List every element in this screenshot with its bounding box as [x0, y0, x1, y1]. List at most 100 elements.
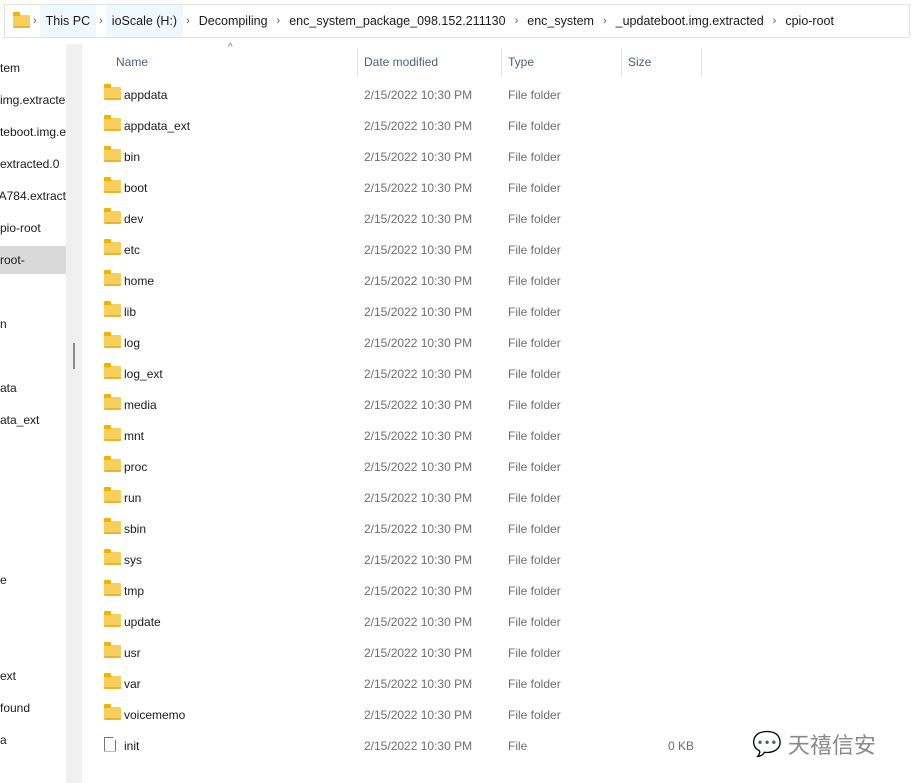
- file-type: File folder: [508, 366, 561, 381]
- file-row[interactable]: home 2/15/2022 10:30 PM File folder: [96, 265, 716, 296]
- nav-item[interactable]: ata_ext: [0, 406, 66, 434]
- nav-item[interactable]: [0, 438, 66, 466]
- folder-icon: [104, 548, 121, 568]
- file-type: File folder: [508, 273, 561, 288]
- nav-item[interactable]: [0, 502, 66, 530]
- file-date: 2/15/2022 10:30 PM: [364, 428, 473, 443]
- breadcrumb-item[interactable]: _updateboot.img.extracted: [610, 5, 770, 37]
- nav-item[interactable]: pio-root: [0, 214, 66, 242]
- nav-item[interactable]: a: [0, 726, 66, 754]
- nav-item[interactable]: [0, 598, 66, 626]
- nav-scrollbar[interactable]: [66, 44, 82, 783]
- file-name: voicememo: [124, 707, 186, 722]
- file-type: File folder: [508, 490, 561, 505]
- file-row[interactable]: proc 2/15/2022 10:30 PM File folder: [96, 451, 716, 482]
- file-row[interactable]: sys 2/15/2022 10:30 PM File folder: [96, 544, 716, 575]
- nav-item[interactable]: -root: [0, 246, 66, 274]
- file-date: 2/15/2022 10:30 PM: [364, 304, 473, 319]
- file-type: File folder: [508, 552, 561, 567]
- file-row[interactable]: tmp 2/15/2022 10:30 PM File folder: [96, 575, 716, 606]
- file-type: File folder: [508, 211, 561, 226]
- nav-item[interactable]: e: [0, 566, 66, 594]
- file-row[interactable]: log_ext 2/15/2022 10:30 PM File folder: [96, 358, 716, 389]
- file-name: sbin: [124, 521, 147, 536]
- nav-item[interactable]: [0, 534, 66, 562]
- file-row[interactable]: etc 2/15/2022 10:30 PM File folder: [96, 234, 716, 265]
- file-type: File folder: [508, 707, 561, 722]
- file-name: tmp: [124, 583, 145, 598]
- breadcrumb-item[interactable]: ioScale (H:): [105, 5, 184, 37]
- breadcrumb-item[interactable]: enc_system_package_098.152.211130: [283, 5, 511, 37]
- file-name: appdata_ext: [124, 118, 191, 133]
- folder-icon: [104, 269, 121, 289]
- nav-item[interactable]: found: [0, 694, 66, 722]
- chevron-right-icon[interactable]: ›: [274, 15, 284, 27]
- file-date: 2/15/2022 10:30 PM: [364, 397, 473, 412]
- nav-item[interactable]: img.extracte: [0, 86, 66, 114]
- column-name[interactable]: Name: [110, 48, 358, 76]
- nav-item[interactable]: teboot.img.e: [0, 118, 66, 146]
- nav-item[interactable]: A784.extract: [0, 182, 66, 210]
- folder-icon: [104, 579, 121, 599]
- folder-icon: [104, 610, 121, 630]
- nav-scrollbar-thumb[interactable]: [73, 343, 75, 369]
- file-date: 2/15/2022 10:30 PM: [364, 366, 473, 381]
- file-row[interactable]: appdata_ext 2/15/2022 10:30 PM File fold…: [96, 110, 716, 141]
- nav-item[interactable]: tem: [0, 54, 66, 82]
- chevron-right-icon[interactable]: ›: [512, 15, 522, 27]
- nav-item[interactable]: [0, 342, 66, 370]
- file-row[interactable]: boot 2/15/2022 10:30 PM File folder: [96, 172, 716, 203]
- file-date: 2/15/2022 10:30 PM: [364, 614, 473, 629]
- nav-item[interactable]: ext: [0, 662, 66, 690]
- breadcrumb-item[interactable]: cpio-root: [779, 5, 840, 37]
- file-row[interactable]: dev 2/15/2022 10:30 PM File folder: [96, 203, 716, 234]
- file-row[interactable]: bin 2/15/2022 10:30 PM File folder: [96, 141, 716, 172]
- folder-icon: [104, 672, 121, 692]
- folder-icon: [104, 331, 121, 351]
- file-row[interactable]: sbin 2/15/2022 10:30 PM File folder: [96, 513, 716, 544]
- file-row[interactable]: run 2/15/2022 10:30 PM File folder: [96, 482, 716, 513]
- nav-item[interactable]: [0, 278, 66, 306]
- folder-icon: [104, 238, 121, 258]
- breadcrumb-item[interactable]: This PC: [39, 5, 97, 37]
- file-name: usr: [124, 645, 141, 660]
- nav-item[interactable]: ata: [0, 374, 66, 402]
- chevron-right-icon[interactable]: ›: [30, 15, 40, 27]
- file-row[interactable]: var 2/15/2022 10:30 PM File folder: [96, 668, 716, 699]
- nav-item[interactable]: n: [0, 310, 66, 338]
- address-bar[interactable]: › This PC › ioScale (H:) › Decompiling › enc_sy…: [4, 4, 910, 38]
- file-row[interactable]: log 2/15/2022 10:30 PM File folder: [96, 327, 716, 358]
- file-row[interactable]: mnt 2/15/2022 10:30 PM File folder: [96, 420, 716, 451]
- nav-item[interactable]: [0, 470, 66, 498]
- chevron-right-icon[interactable]: ›: [770, 15, 780, 27]
- breadcrumb-item[interactable]: enc_system: [521, 5, 600, 37]
- breadcrumb-item[interactable]: Decompiling: [193, 5, 274, 37]
- file-row[interactable]: update 2/15/2022 10:30 PM File folder: [96, 606, 716, 637]
- file-name: boot: [124, 180, 148, 195]
- file-row[interactable]: media 2/15/2022 10:30 PM File folder: [96, 389, 716, 420]
- column-date-modified[interactable]: Date modified: [358, 48, 502, 76]
- file-date: 2/15/2022 10:30 PM: [364, 645, 473, 660]
- file-row[interactable]: lib 2/15/2022 10:30 PM File folder: [96, 296, 716, 327]
- file-row[interactable]: appdata 2/15/2022 10:30 PM File folder: [96, 79, 716, 110]
- chevron-right-icon[interactable]: ›: [600, 15, 610, 27]
- file-row[interactable]: init 2/15/2022 10:30 PM File 0 KB: [96, 730, 716, 761]
- folder-icon: [104, 83, 121, 103]
- file-type: File folder: [508, 397, 561, 412]
- file-date: 2/15/2022 10:30 PM: [364, 583, 473, 598]
- chevron-right-icon[interactable]: ›: [96, 15, 106, 27]
- watermark: 💬 天禧信安: [752, 730, 876, 759]
- file-row[interactable]: usr 2/15/2022 10:30 PM File folder: [96, 637, 716, 668]
- folder-icon: [104, 455, 121, 475]
- chevron-right-icon[interactable]: ›: [183, 15, 193, 27]
- file-name: log_ext: [124, 366, 163, 381]
- file-date: 2/15/2022 10:30 PM: [364, 707, 473, 722]
- column-size[interactable]: Size: [622, 48, 702, 76]
- file-date: 2/15/2022 10:30 PM: [364, 149, 473, 164]
- column-type[interactable]: Type: [502, 48, 622, 76]
- nav-item[interactable]: 0.extracted: [0, 150, 66, 178]
- file-name: home: [124, 273, 155, 288]
- nav-item[interactable]: [0, 630, 66, 658]
- file-row[interactable]: voicememo 2/15/2022 10:30 PM File folder: [96, 699, 716, 730]
- breadcrumb: › This PC › ioScale (H:) › Decompiling › enc_sy…: [30, 5, 840, 37]
